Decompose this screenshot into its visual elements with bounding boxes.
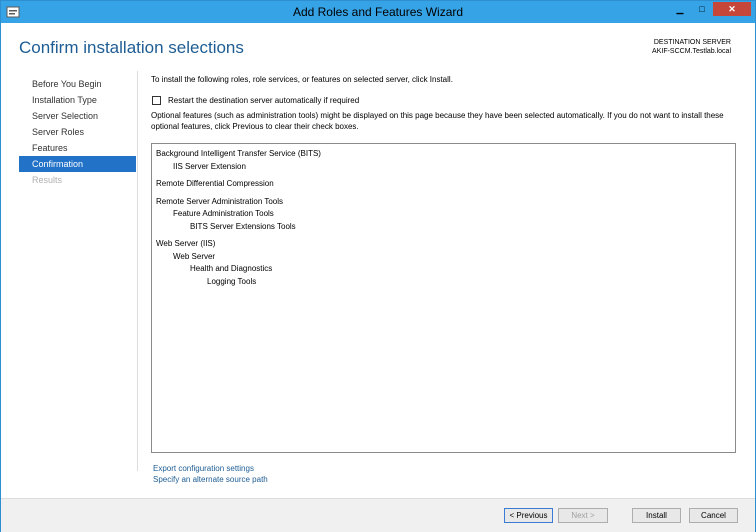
window-controls: ▁ □ ✕ — [669, 2, 751, 16]
feature-item: Web Server — [173, 251, 216, 261]
restart-option[interactable]: Restart the destination server automatic… — [152, 96, 359, 105]
feature-item: Web Server (IIS) — [156, 239, 216, 248]
nav-divider — [137, 71, 138, 471]
next-button[interactable]: Next > — [558, 508, 608, 523]
restart-checkbox[interactable] — [152, 96, 161, 105]
destination-server-name: AKIF-SCCM.Testlab.local — [652, 48, 731, 55]
title-bar[interactable]: Add Roles and Features Wizard ▁ □ ✕ — [1, 1, 755, 23]
minimize-button[interactable]: ▁ — [669, 2, 691, 16]
install-button[interactable]: Install — [632, 508, 681, 523]
nav-item-results: Results — [32, 175, 63, 185]
close-button[interactable]: ✕ — [713, 2, 751, 16]
nav-item-server-roles[interactable]: Server Roles — [19, 124, 136, 140]
window-title: Add Roles and Features Wizard — [292, 5, 464, 19]
page-title: Confirm installation selections — [19, 38, 244, 57]
alternate-source-link[interactable]: Specify an alternate source path — [153, 474, 268, 485]
feature-item: Health and Diagnostics — [190, 264, 273, 273]
feature-item: Remote Server Administration Tools — [156, 196, 284, 206]
nav-item-features[interactable]: Features — [19, 140, 136, 156]
wizard-content: Confirm installation selections DESTINAT… — [1, 23, 755, 532]
nav-item-server-selection[interactable]: Server Selection — [19, 108, 136, 124]
wizard-nav: Before You Begin Installation Type Serve… — [19, 76, 136, 188]
wizard-window: Add Roles and Features Wizard ▁ □ ✕ Conf… — [0, 0, 756, 532]
destination-server-label: DESTINATION SERVER — [653, 39, 731, 46]
nav-item-before-you-begin[interactable]: Before You Begin — [19, 76, 136, 92]
feature-item: Feature Administration Tools — [173, 209, 274, 218]
intro-text: To install the following roles, role ser… — [151, 75, 453, 84]
feature-item: Logging Tools — [207, 276, 257, 286]
maximize-button[interactable]: □ — [691, 2, 713, 16]
feature-item: Remote Differential Compression — [156, 179, 274, 188]
selected-features-list[interactable]: Background Intelligent Transfer Service … — [151, 143, 736, 453]
feature-item: Background Intelligent Transfer Service … — [156, 149, 321, 158]
feature-item: BITS Server Extensions Tools — [190, 221, 296, 231]
feature-item: IIS Server Extension — [173, 161, 246, 171]
export-config-link[interactable]: Export configuration settings — [153, 463, 268, 474]
nav-item-confirmation[interactable]: Confirmation — [19, 156, 136, 172]
cancel-button[interactable]: Cancel — [689, 508, 738, 523]
links-area: Export configuration settings Specify an… — [153, 463, 268, 485]
restart-checkbox-label[interactable]: Restart the destination server automatic… — [168, 96, 359, 105]
nav-item-installation-type[interactable]: Installation Type — [19, 92, 136, 108]
optional-features-note: Optional features (such as administratio… — [151, 111, 724, 131]
previous-button[interactable]: < Previous — [504, 508, 553, 523]
wizard-footer: < Previous Next > Install Cancel — [1, 498, 755, 532]
